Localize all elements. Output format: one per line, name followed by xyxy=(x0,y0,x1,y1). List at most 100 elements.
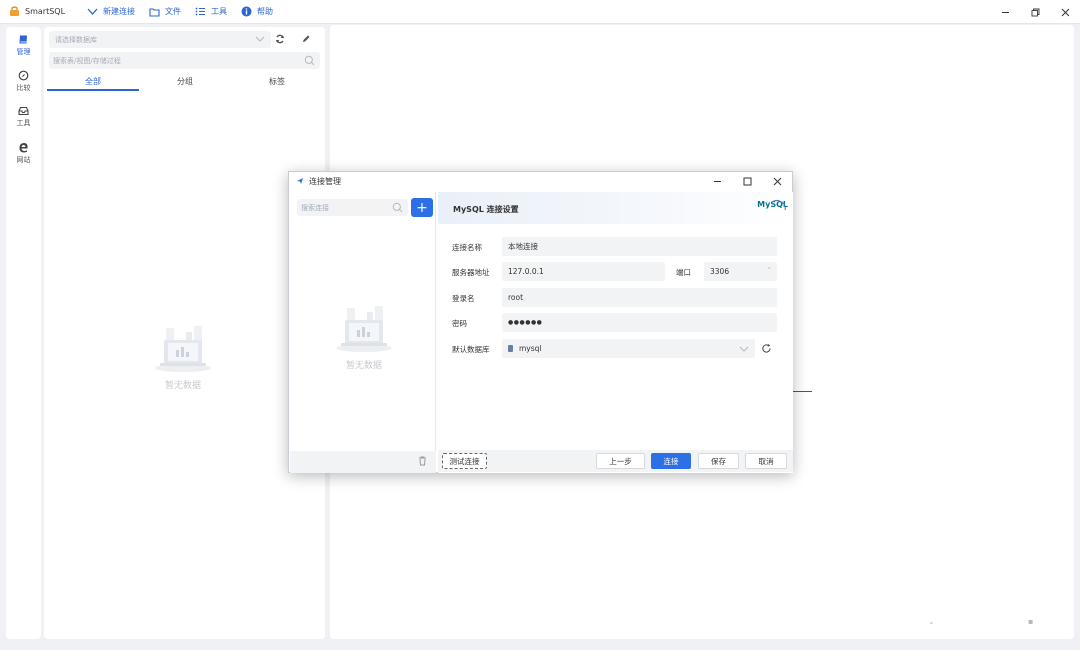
connection-name-value: 本地连接 xyxy=(508,242,538,251)
title-bar: SmartSQL 新建连接 文件 工具 帮助 xyxy=(0,0,1080,24)
tree-search-input[interactable]: 搜索表/视图/存储过程 xyxy=(49,52,320,69)
database-select-placeholder: 请选择数据库 xyxy=(55,35,97,44)
minimize-button[interactable] xyxy=(990,0,1020,24)
connection-list-footer xyxy=(290,451,436,473)
connection-name-label: 连接名称 xyxy=(452,243,482,252)
trash-icon xyxy=(419,456,426,466)
close-button[interactable] xyxy=(1050,0,1080,24)
connection-search-input[interactable]: 搜索连接 xyxy=(297,199,408,216)
port-label: 端口 xyxy=(676,268,691,277)
tab-group[interactable]: 分组 xyxy=(139,73,231,91)
nav-label: 管理 xyxy=(16,47,31,56)
delete-connection-button[interactable] xyxy=(418,456,427,468)
restore-button[interactable] xyxy=(1020,0,1050,24)
password-value: ●●●●●● xyxy=(508,319,543,326)
cancel-button[interactable]: 取消 xyxy=(745,453,787,469)
nav-item-compare[interactable]: 比较 xyxy=(6,63,41,99)
settings-title: MySQL 连接设置 xyxy=(453,205,519,214)
port-stepper[interactable]: 3306 ⌃ xyxy=(704,262,777,281)
book-icon xyxy=(19,35,27,43)
tree-tabs: 全部 分组 标签 xyxy=(47,73,323,91)
empty-text: 暂无数据 xyxy=(164,381,201,391)
empty-text: 暂无数据 xyxy=(345,361,382,371)
tree-empty-state: 暂无数据 xyxy=(152,322,214,391)
nav-label: 工具 xyxy=(16,119,31,127)
list-icon xyxy=(195,7,206,16)
stepper-arrows-icon[interactable]: ⌃ xyxy=(766,266,772,274)
password-field[interactable]: ●●●●●● xyxy=(502,313,777,332)
previous-button[interactable]: 上一步 xyxy=(596,453,645,469)
chevron-down-icon xyxy=(739,346,749,352)
dialog-maximize-button[interactable] xyxy=(732,172,762,190)
mysql-logo: MySQL xyxy=(757,199,788,211)
username-field[interactable]: root xyxy=(502,288,777,307)
send-icon xyxy=(297,178,303,184)
tab-all[interactable]: 全部 xyxy=(47,73,139,91)
folder-icon xyxy=(149,7,160,17)
scroll-indicator-icon: ⌄ xyxy=(928,617,935,626)
edit-button[interactable] xyxy=(300,33,312,45)
restore-icon xyxy=(1031,8,1039,16)
search-icon xyxy=(304,55,315,66)
nav-item-manage[interactable]: 管理 xyxy=(6,27,41,63)
connection-empty-state: 暂无数据 xyxy=(333,302,395,371)
default-db-select[interactable]: mysql xyxy=(502,339,755,358)
settings-header: MySQL 连接设置 MySQL xyxy=(438,192,793,224)
nav-item-tools[interactable]: 工具 xyxy=(6,99,41,135)
dialog-title: 连接管理 xyxy=(309,176,341,186)
object-tree-panel: 请选择数据库 搜索表/视图/存储过程 全部 分组 标签 暂无数据 xyxy=(44,27,325,639)
minimize-icon xyxy=(1001,11,1009,13)
refresh-databases-button[interactable] xyxy=(761,343,772,356)
edge-icon xyxy=(19,142,28,152)
maximize-icon xyxy=(743,177,751,185)
search-icon xyxy=(392,202,403,213)
refresh-button[interactable] xyxy=(274,33,286,45)
connection-list-panel: 搜索连接 + 暂无数据 xyxy=(290,192,436,473)
close-icon xyxy=(773,177,781,185)
app-title: SmartSQL xyxy=(25,7,66,16)
default-db-value: mysql xyxy=(519,344,542,353)
add-connection-button[interactable]: + xyxy=(411,198,433,217)
port-value: 3306 xyxy=(710,267,730,276)
database-select[interactable]: 请选择数据库 xyxy=(49,31,271,48)
dolphin-icon xyxy=(771,199,786,211)
username-label: 登录名 xyxy=(452,294,475,303)
database-icon xyxy=(508,345,513,352)
dialog-footer: 测试连接 上一步 连接 保存 取消 xyxy=(438,450,793,472)
connection-search-placeholder: 搜索连接 xyxy=(301,203,329,212)
connection-settings-panel: MySQL 连接设置 MySQL 连接名称 本地连接 服务器地址 127.0.0… xyxy=(438,192,793,473)
divider xyxy=(790,391,812,392)
menu-label: 帮助 xyxy=(257,7,274,16)
chevron-down-icon xyxy=(87,8,98,15)
save-button[interactable]: 保存 xyxy=(698,453,739,469)
empty-data-icon xyxy=(336,306,392,352)
refresh-icon xyxy=(762,344,771,353)
password-label: 密码 xyxy=(452,319,467,328)
menu-new-connection[interactable]: 新建连接 xyxy=(87,6,135,17)
menu-bar: 新建连接 文件 工具 帮助 xyxy=(87,6,287,17)
empty-data-icon xyxy=(155,326,211,372)
connect-button[interactable]: 连接 xyxy=(651,453,691,469)
menu-label: 工具 xyxy=(211,7,228,16)
dialog-close-button[interactable] xyxy=(762,172,792,190)
test-connection-button[interactable]: 测试连接 xyxy=(442,453,487,469)
menu-file[interactable]: 文件 xyxy=(149,6,181,17)
connection-name-field[interactable]: 本地连接 xyxy=(502,237,777,256)
chevron-down-icon xyxy=(255,36,265,42)
tree-search-placeholder: 搜索表/视图/存储过程 xyxy=(53,56,121,65)
minimize-icon xyxy=(713,180,721,182)
username-value: root xyxy=(508,293,524,302)
nav-label: 比较 xyxy=(16,83,31,92)
menu-help[interactable]: 帮助 xyxy=(241,6,273,17)
pencil-icon xyxy=(303,35,310,42)
nav-item-website[interactable]: 网站 xyxy=(6,135,41,171)
menu-tools[interactable]: 工具 xyxy=(195,6,227,17)
default-db-label: 默认数据库 xyxy=(452,345,490,354)
menu-label: 新建连接 xyxy=(103,7,136,16)
host-field[interactable]: 127.0.0.1 xyxy=(502,262,665,281)
tab-tag[interactable]: 标签 xyxy=(231,73,323,91)
connection-manager-dialog: 连接管理 搜索连接 + 暂无数据 MySQL 连接设置 MySQL 连接名称 本… xyxy=(288,171,793,473)
resize-grip-icon: ▪ xyxy=(1028,617,1034,626)
dialog-minimize-button[interactable] xyxy=(702,172,732,190)
compass-icon xyxy=(18,70,29,80)
